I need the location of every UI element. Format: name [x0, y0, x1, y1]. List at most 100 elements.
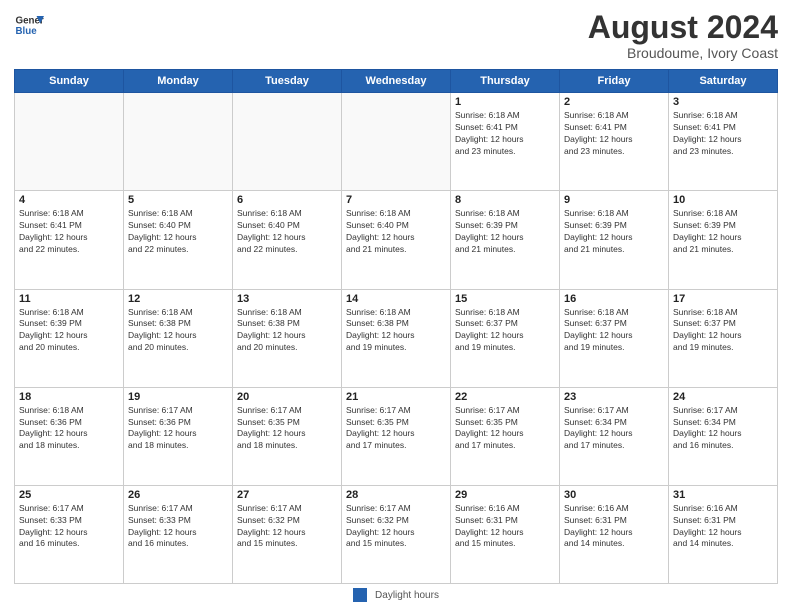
day-info: Sunrise: 6:17 AM Sunset: 6:33 PM Dayligh…	[19, 503, 119, 551]
day-info: Sunrise: 6:18 AM Sunset: 6:40 PM Dayligh…	[346, 208, 446, 256]
day-number: 4	[19, 194, 119, 206]
day-number: 29	[455, 489, 555, 501]
logo-icon: General Blue	[14, 10, 44, 40]
day-number: 3	[673, 96, 773, 108]
day-info: Sunrise: 6:18 AM Sunset: 6:41 PM Dayligh…	[455, 110, 555, 158]
calendar-day-cell: 17 Sunrise: 6:18 AM Sunset: 6:37 PM Dayli…	[669, 289, 778, 387]
day-number: 27	[237, 489, 337, 501]
calendar-day-cell: 1 Sunrise: 6:18 AM Sunset: 6:41 PM Daylig…	[451, 93, 560, 191]
day-number: 5	[128, 194, 228, 206]
calendar-day-header: Tuesday	[233, 70, 342, 93]
day-number: 20	[237, 391, 337, 403]
day-number: 1	[455, 96, 555, 108]
day-number: 8	[455, 194, 555, 206]
day-number: 11	[19, 293, 119, 305]
day-info: Sunrise: 6:18 AM Sunset: 6:39 PM Dayligh…	[455, 208, 555, 256]
day-number: 26	[128, 489, 228, 501]
calendar-day-header: Saturday	[669, 70, 778, 93]
calendar-day-cell: 30 Sunrise: 6:16 AM Sunset: 6:31 PM Dayli…	[560, 485, 669, 583]
day-info: Sunrise: 6:18 AM Sunset: 6:37 PM Dayligh…	[673, 307, 773, 355]
day-number: 15	[455, 293, 555, 305]
location: Broudoume, Ivory Coast	[588, 45, 778, 61]
day-info: Sunrise: 6:18 AM Sunset: 6:40 PM Dayligh…	[128, 208, 228, 256]
calendar-day-cell	[342, 93, 451, 191]
calendar-day-cell: 22Sunrise: 6:17 AM Sunset: 6:35 PM Dayli…	[451, 387, 560, 485]
day-number: 17	[673, 293, 773, 305]
day-info: Sunrise: 6:18 AM Sunset: 6:36 PM Dayligh…	[19, 405, 119, 453]
calendar-day-cell: 23Sunrise: 6:17 AM Sunset: 6:34 PM Dayli…	[560, 387, 669, 485]
calendar-day-cell	[124, 93, 233, 191]
title-block: August 2024 Broudoume, Ivory Coast	[588, 10, 778, 61]
day-info: Sunrise: 6:17 AM Sunset: 6:34 PM Dayligh…	[673, 405, 773, 453]
calendar-day-cell: 6Sunrise: 6:18 AM Sunset: 6:40 PM Daylig…	[233, 191, 342, 289]
calendar-table: SundayMondayTuesdayWednesdayThursdayFrid…	[14, 69, 778, 584]
calendar-day-cell: 20Sunrise: 6:17 AM Sunset: 6:35 PM Dayli…	[233, 387, 342, 485]
calendar-day-cell: 24 Sunrise: 6:17 AM Sunset: 6:34 PM Dayli…	[669, 387, 778, 485]
day-number: 31	[673, 489, 773, 501]
day-number: 21	[346, 391, 446, 403]
day-info: Sunrise: 6:17 AM Sunset: 6:35 PM Dayligh…	[346, 405, 446, 453]
svg-text:Blue: Blue	[16, 26, 38, 37]
calendar-day-cell: 11Sunrise: 6:18 AM Sunset: 6:39 PM Dayli…	[15, 289, 124, 387]
day-number: 18	[19, 391, 119, 403]
calendar-day-header: Monday	[124, 70, 233, 93]
calendar-week-row: 11Sunrise: 6:18 AM Sunset: 6:39 PM Dayli…	[15, 289, 778, 387]
calendar-day-cell: 26 Sunrise: 6:17 AM Sunset: 6:33 PM Dayli…	[124, 485, 233, 583]
legend-label: Daylight hours	[375, 590, 439, 601]
calendar-day-cell: 12 Sunrise: 6:18 AM Sunset: 6:38 PM Dayli…	[124, 289, 233, 387]
calendar-day-cell: 10 Sunrise: 6:18 AM Sunset: 6:39 PM Dayli…	[669, 191, 778, 289]
day-number: 2	[564, 96, 664, 108]
day-number: 24	[673, 391, 773, 403]
day-info: Sunrise: 6:18 AM Sunset: 6:37 PM Dayligh…	[564, 307, 664, 355]
calendar-day-cell: 4 Sunrise: 6:18 AM Sunset: 6:41 PM Daylig…	[15, 191, 124, 289]
day-info: Sunrise: 6:18 AM Sunset: 6:41 PM Dayligh…	[564, 110, 664, 158]
calendar-day-cell: 16Sunrise: 6:18 AM Sunset: 6:37 PM Dayli…	[560, 289, 669, 387]
day-number: 19	[128, 391, 228, 403]
day-number: 6	[237, 194, 337, 206]
day-info: Sunrise: 6:18 AM Sunset: 6:38 PM Dayligh…	[128, 307, 228, 355]
calendar-day-cell: 7Sunrise: 6:18 AM Sunset: 6:40 PM Daylig…	[342, 191, 451, 289]
calendar-day-cell: 8 Sunrise: 6:18 AM Sunset: 6:39 PM Daylig…	[451, 191, 560, 289]
day-info: Sunrise: 6:17 AM Sunset: 6:36 PM Dayligh…	[128, 405, 228, 453]
legend-box	[353, 588, 367, 602]
calendar-week-row: 18 Sunrise: 6:18 AM Sunset: 6:36 PM Dayli…	[15, 387, 778, 485]
day-number: 9	[564, 194, 664, 206]
calendar-day-cell: 14 Sunrise: 6:18 AM Sunset: 6:38 PM Dayli…	[342, 289, 451, 387]
calendar-day-cell: 13Sunrise: 6:18 AM Sunset: 6:38 PM Dayli…	[233, 289, 342, 387]
calendar-day-header: Thursday	[451, 70, 560, 93]
calendar-day-cell	[233, 93, 342, 191]
day-number: 14	[346, 293, 446, 305]
day-number: 13	[237, 293, 337, 305]
logo: General Blue	[14, 10, 44, 40]
calendar-day-cell: 21 Sunrise: 6:17 AM Sunset: 6:35 PM Dayli…	[342, 387, 451, 485]
month-title: August 2024	[588, 10, 778, 45]
footer: Daylight hours	[14, 588, 778, 602]
calendar-day-cell: 3Sunrise: 6:18 AM Sunset: 6:41 PM Daylig…	[669, 93, 778, 191]
day-number: 12	[128, 293, 228, 305]
day-number: 30	[564, 489, 664, 501]
calendar-day-cell	[15, 93, 124, 191]
calendar-day-cell: 27Sunrise: 6:17 AM Sunset: 6:32 PM Dayli…	[233, 485, 342, 583]
day-info: Sunrise: 6:17 AM Sunset: 6:35 PM Dayligh…	[455, 405, 555, 453]
header: General Blue August 2024 Broudoume, Ivor…	[14, 10, 778, 61]
page: General Blue August 2024 Broudoume, Ivor…	[0, 0, 792, 612]
day-number: 10	[673, 194, 773, 206]
calendar-day-cell: 18 Sunrise: 6:18 AM Sunset: 6:36 PM Dayli…	[15, 387, 124, 485]
day-info: Sunrise: 6:17 AM Sunset: 6:33 PM Dayligh…	[128, 503, 228, 551]
day-info: Sunrise: 6:18 AM Sunset: 6:38 PM Dayligh…	[346, 307, 446, 355]
day-number: 28	[346, 489, 446, 501]
calendar-day-cell: 19 Sunrise: 6:17 AM Sunset: 6:36 PM Dayli…	[124, 387, 233, 485]
day-info: Sunrise: 6:16 AM Sunset: 6:31 PM Dayligh…	[564, 503, 664, 551]
day-info: Sunrise: 6:18 AM Sunset: 6:41 PM Dayligh…	[19, 208, 119, 256]
calendar-day-cell: 25 Sunrise: 6:17 AM Sunset: 6:33 PM Dayli…	[15, 485, 124, 583]
calendar-day-cell: 15 Sunrise: 6:18 AM Sunset: 6:37 PM Dayli…	[451, 289, 560, 387]
calendar-day-cell: 31Sunrise: 6:16 AM Sunset: 6:31 PM Dayli…	[669, 485, 778, 583]
calendar-week-row: 25 Sunrise: 6:17 AM Sunset: 6:33 PM Dayli…	[15, 485, 778, 583]
day-number: 25	[19, 489, 119, 501]
day-info: Sunrise: 6:17 AM Sunset: 6:32 PM Dayligh…	[346, 503, 446, 551]
day-info: Sunrise: 6:18 AM Sunset: 6:39 PM Dayligh…	[673, 208, 773, 256]
calendar-day-cell: 2 Sunrise: 6:18 AM Sunset: 6:41 PM Daylig…	[560, 93, 669, 191]
day-info: Sunrise: 6:18 AM Sunset: 6:37 PM Dayligh…	[455, 307, 555, 355]
day-info: Sunrise: 6:18 AM Sunset: 6:39 PM Dayligh…	[564, 208, 664, 256]
calendar-week-row: 4 Sunrise: 6:18 AM Sunset: 6:41 PM Daylig…	[15, 191, 778, 289]
